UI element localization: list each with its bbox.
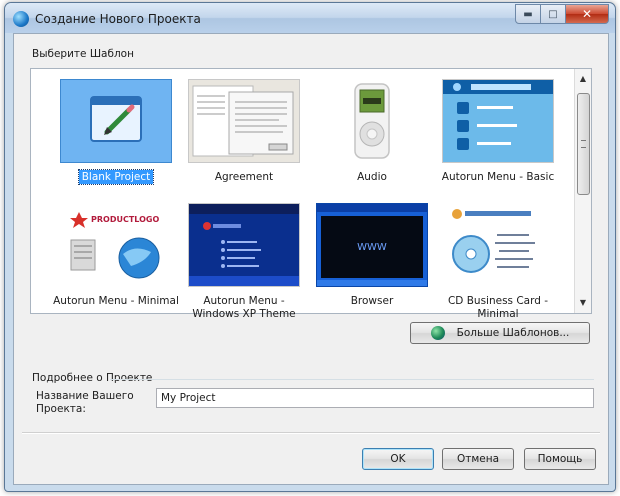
template-label-text: Blank Project (77, 169, 155, 185)
footer-separator (22, 432, 600, 434)
template-tile-autorun-xp[interactable]: Autorun Menu - Windows XP Theme (181, 203, 305, 321)
www-text: WWW (357, 242, 387, 253)
templates-scrollbar[interactable]: ▲ ▼ (574, 69, 591, 313)
template-tile-autorun-minimal[interactable]: PRODUCTLOGO Autorun Menu - Minimal (53, 203, 179, 321)
scroll-down-icon[interactable]: ▼ (575, 295, 591, 311)
template-tile-cd-business-card[interactable]: CD Business Card - Minimal (435, 203, 559, 321)
maximize-button[interactable]: □ (541, 4, 566, 24)
template-label: Blank Project (53, 169, 179, 185)
audio-player-thumbnail-icon (316, 79, 428, 163)
dialog-client-area: Выберите Шаблон Blank Project Agreement … (13, 33, 609, 485)
template-tile-autorun-basic[interactable]: Autorun Menu - Basic (435, 79, 559, 197)
project-name-input[interactable] (156, 388, 594, 408)
grip-icon (581, 140, 586, 148)
project-name-label-line2: Проекта: (36, 403, 86, 415)
minimize-icon: ▬ (523, 8, 533, 20)
templates-list[interactable]: Blank Project Agreement Audio Autorun Me… (30, 68, 592, 320)
browser-thumbnail-icon: WWW (316, 203, 428, 287)
app-icon (13, 11, 29, 27)
template-tile-browser[interactable]: WWW Browser (309, 203, 433, 321)
template-label: Agreement (214, 171, 274, 183)
template-label: Autorun Menu - Minimal (53, 295, 179, 307)
more-templates-button[interactable]: Больше Шаблонов... (410, 322, 590, 344)
globe-icon (430, 326, 445, 340)
cd-business-card-thumbnail-icon (442, 203, 554, 287)
maximize-icon: □ (548, 8, 558, 20)
template-label: Autorun Menu - Basic (441, 171, 555, 183)
blank-project-thumbnail-icon (60, 79, 172, 163)
template-label: CD Business Card - Minimal (447, 295, 549, 320)
template-label: Autorun Menu - Windows XP Theme (192, 295, 296, 320)
agreement-thumbnail-icon (188, 79, 300, 163)
title-bar[interactable]: Создание Нового Проекта ▬ □ ✕ (5, 3, 615, 33)
details-section-label: Подробнее о Проекте (32, 372, 153, 384)
cancel-button[interactable]: Отмена (442, 448, 514, 470)
scrollbar-thumb[interactable] (577, 93, 590, 195)
template-tile-blank-project[interactable]: Blank Project (53, 79, 177, 197)
minimize-button[interactable]: ▬ (515, 4, 541, 24)
autorun-basic-thumbnail-icon (442, 79, 554, 163)
details-divider (110, 379, 594, 380)
autorun-xp-thumbnail-icon (188, 203, 300, 287)
template-label: Audio (357, 171, 387, 183)
template-label: Browser (350, 295, 394, 307)
help-button[interactable]: Помощь (524, 448, 596, 470)
ok-button[interactable]: OK (362, 448, 434, 470)
window-title: Создание Нового Проекта (35, 12, 201, 26)
new-project-dialog: Создание Нового Проекта ▬ □ ✕ Выберите Ш… (4, 2, 616, 492)
project-name-label: Название Вашего Проекта: (36, 390, 134, 416)
close-icon: ✕ (581, 7, 593, 21)
templates-section-label: Выберите Шаблон (32, 48, 134, 60)
template-tile-audio[interactable]: Audio (309, 79, 433, 197)
close-button[interactable]: ✕ (566, 4, 609, 24)
caption-buttons: ▬ □ ✕ (515, 4, 609, 24)
autorun-minimal-thumbnail-icon: PRODUCTLOGO (60, 203, 172, 287)
project-name-label-line1: Название Вашего (36, 390, 134, 402)
template-tile-agreement[interactable]: Agreement (181, 79, 305, 197)
more-templates-label: Больше Шаблонов... (456, 327, 570, 339)
product-logo-text: PRODUCTLOGO (91, 215, 159, 224)
scroll-up-icon[interactable]: ▲ (575, 71, 591, 87)
